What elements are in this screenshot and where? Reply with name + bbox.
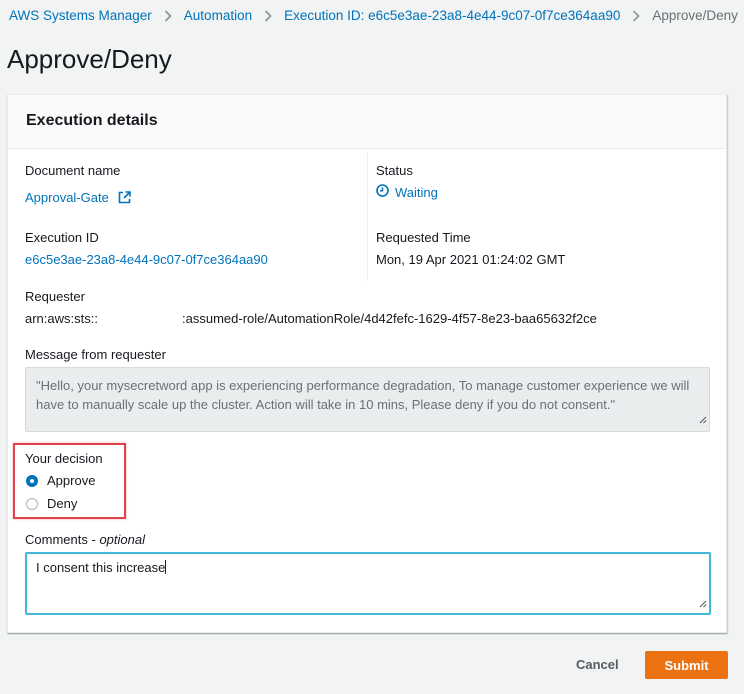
message-text: "Hello, your mysecretword app is experie… (36, 378, 690, 412)
message-textarea: "Hello, your mysecretword app is experie… (25, 367, 710, 432)
comments-textarea[interactable]: I consent this increase (25, 552, 711, 615)
chevron-right-icon (264, 9, 272, 22)
panel-title: Execution details (26, 112, 158, 129)
breadcrumb-systems-manager[interactable]: AWS Systems Manager (9, 8, 152, 23)
radio-deny-label[interactable]: Deny (47, 496, 77, 511)
column-divider (367, 153, 368, 281)
execution-id-label: Execution ID (25, 230, 99, 245)
resize-handle-icon[interactable] (699, 596, 707, 611)
comments-value[interactable]: I consent this increase (36, 560, 165, 575)
breadcrumb: AWS Systems Manager Automation Execution… (9, 8, 738, 23)
execution-id-link[interactable]: e6c5e3ae-23a8-4e44-9c07-0f7ce364aa90 (25, 252, 268, 267)
radio-deny[interactable]: Deny (26, 496, 77, 511)
radio-approve-button[interactable] (26, 474, 38, 487)
requested-time-label: Requested Time (376, 230, 471, 245)
document-name-label: Document name (25, 163, 121, 178)
status-value: Waiting (395, 184, 438, 200)
document-name-value[interactable]: Approval-Gate (25, 190, 109, 205)
radio-approve-label[interactable]: Approve (47, 473, 95, 488)
requester-suffix: :assumed-role/AutomationRole/4d42fefc-16… (182, 311, 597, 326)
resize-handle-icon (699, 410, 707, 429)
breadcrumb-execution-id[interactable]: Execution ID: e6c5e3ae-23a8-4e44-9c07-0f… (284, 8, 620, 23)
clock-icon (376, 184, 389, 200)
panel-header: Execution details (8, 95, 726, 149)
decision-label: Your decision (25, 451, 103, 466)
comments-label-text: Comments (25, 532, 88, 547)
execution-details-panel: Execution details Document name Approval… (7, 94, 727, 633)
page-title: Approve/Deny (7, 44, 172, 74)
message-label: Message from requester (25, 347, 166, 362)
breadcrumb-current: Approve/Deny (652, 8, 738, 23)
comments-label: Comments - optional (25, 532, 145, 547)
status-value-group: Waiting (376, 184, 438, 200)
external-link-icon[interactable] (118, 191, 132, 209)
chevron-right-icon (632, 9, 640, 22)
requested-time-value: Mon, 19 Apr 2021 01:24:02 GMT (376, 252, 566, 267)
document-name-link[interactable]: Approval-Gate (25, 189, 132, 209)
breadcrumb-automation[interactable]: Automation (184, 8, 252, 23)
comments-optional-text: optional (99, 532, 145, 547)
chevron-right-icon (164, 9, 172, 22)
radio-deny-button[interactable] (26, 497, 38, 510)
status-label: Status (376, 163, 413, 178)
submit-button[interactable]: Submit (645, 651, 728, 679)
text-caret (165, 560, 167, 574)
requester-prefix: arn:aws:sts:: (25, 311, 98, 326)
cancel-button[interactable]: Cancel (576, 657, 619, 672)
radio-approve[interactable]: Approve (26, 473, 95, 488)
requester-label: Requester (25, 289, 85, 304)
